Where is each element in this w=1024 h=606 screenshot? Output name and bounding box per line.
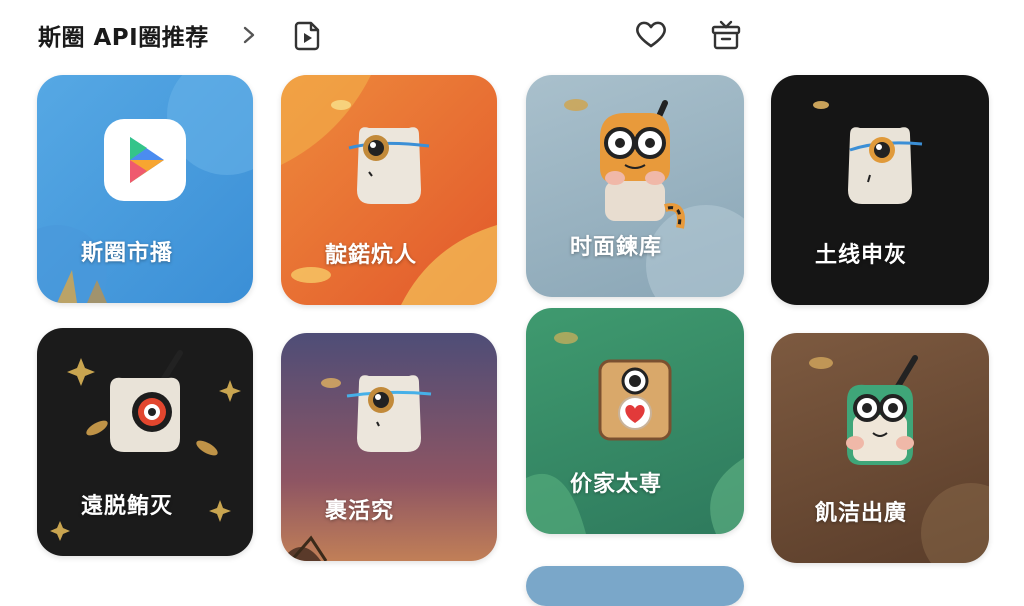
mascot-icon [110, 350, 183, 452]
card-label: 价家太専 [570, 472, 663, 497]
app-card-4[interactable]: 土线申灰 [771, 75, 989, 305]
mascot-icon [598, 359, 672, 441]
app-card-8[interactable]: 飢洁出廣 [771, 333, 989, 563]
card-label: 靛鍩炕人 [325, 243, 418, 268]
mascot-icon [346, 375, 432, 452]
card-label: 斯圈市播 [81, 241, 174, 266]
card-label: 时面鍊库 [570, 235, 663, 260]
gift-box-icon[interactable] [709, 17, 743, 51]
app-card-6[interactable]: 裹活究 [281, 333, 497, 561]
card-label: 遠脱鲔灭 [81, 494, 174, 519]
card-label: 土线申灰 [815, 243, 908, 268]
card-label: 裹活究 [325, 499, 395, 524]
app-card-3[interactable]: 时面鍊库 [526, 75, 744, 297]
heart-icon[interactable] [634, 18, 668, 50]
app-card-9[interactable] [526, 566, 744, 606]
section-title[interactable]: 斯圈 API圈推荐 [38, 18, 209, 52]
play-file-icon[interactable] [292, 18, 324, 52]
app-card-2[interactable]: 靛鍩炕人 [281, 75, 497, 305]
mascot-icon [600, 100, 685, 229]
card-label: 飢洁出廣 [815, 501, 908, 526]
app-card-1[interactable]: 斯圈市播 [37, 75, 253, 303]
mascot-icon [348, 127, 430, 204]
mascot-icon [846, 355, 918, 465]
chevron-right-icon[interactable] [240, 24, 258, 46]
mascot-icon [848, 127, 923, 204]
app-card-7[interactable]: 价家太専 [526, 308, 744, 534]
header: 斯圈 API圈推荐 [0, 0, 1024, 72]
app-logo-icon [104, 119, 186, 201]
app-card-5[interactable]: 遠脱鲔灭 [37, 328, 253, 556]
